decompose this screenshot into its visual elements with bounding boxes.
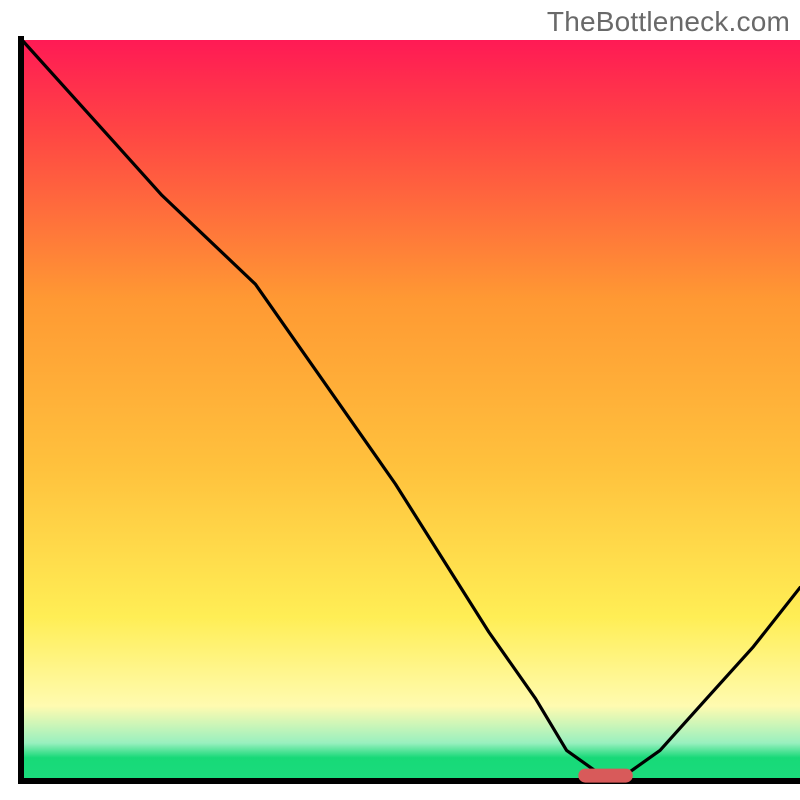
y-axis [18, 36, 24, 784]
x-axis [18, 778, 800, 784]
chart-container: TheBottleneck.com [0, 0, 800, 800]
optimum-marker [578, 769, 633, 783]
bottleneck-chart [0, 0, 800, 800]
watermark-text: TheBottleneck.com [547, 6, 790, 38]
gradient-background [22, 40, 800, 780]
